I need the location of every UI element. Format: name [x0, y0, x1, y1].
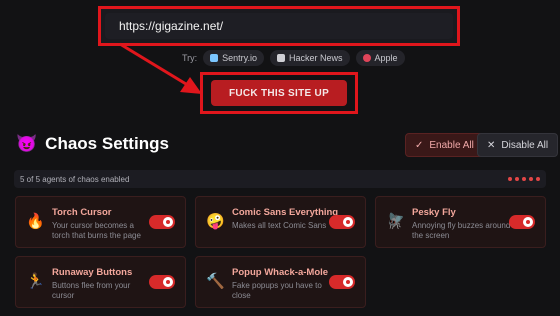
agent-card-comic-sans: 🤪 Comic Sans Everything Makes all text C… [195, 196, 366, 248]
agent-title: Pesky Fly [412, 207, 456, 218]
agent-description: Buttons flee from your cursor [52, 281, 131, 300]
hammer-icon: 🔨 [206, 273, 225, 290]
status-dot [515, 177, 519, 181]
page-title: Chaos Settings [45, 134, 169, 153]
chaos-submit-button[interactable]: FUCK THIS SITE UP [211, 80, 347, 106]
disable-all-button[interactable]: ✕ Disable All [477, 133, 559, 157]
devil-icon: 😈 [16, 134, 38, 153]
toggle-knob [163, 217, 173, 227]
enable-all-label: Enable All [429, 139, 474, 151]
toggle-knob [343, 217, 353, 227]
try-suggestions: Try: Sentry.io Hacker News Apple [182, 50, 405, 66]
zany-face-icon: 🤪 [206, 213, 225, 230]
toggle-knob [343, 277, 353, 287]
close-icon: ✕ [487, 139, 496, 151]
agent-toggle[interactable] [329, 215, 355, 229]
chip-sentry[interactable]: Sentry.io [203, 50, 265, 66]
agent-description: Annoying fly buzzes around the screen [412, 221, 511, 240]
sentry-icon [210, 54, 219, 62]
try-label: Try: [182, 53, 198, 63]
chip-label: Sentry.io [222, 53, 258, 63]
agent-card-pesky-fly: 🪰 Pesky Fly Annoying fly buzzes around t… [375, 196, 546, 248]
settings-header: 😈 Chaos Settings [16, 134, 169, 154]
fly-icon: 🪰 [386, 213, 405, 230]
status-dot [529, 177, 533, 181]
enable-all-button[interactable]: ✓ Enable All [405, 133, 484, 157]
hacker-news-icon [277, 54, 286, 62]
agent-toggle[interactable] [149, 275, 175, 289]
agent-title: Torch Cursor [52, 207, 112, 218]
agent-title: Popup Whack-a-Mole [232, 267, 329, 278]
agent-description: Fake popups you have to close [232, 281, 322, 300]
status-text: 5 of 5 agents of chaos enabled [20, 174, 130, 184]
agent-description: Your cursor becomes a torch that burns t… [52, 221, 141, 240]
status-dot [522, 177, 526, 181]
toggle-knob [523, 217, 533, 227]
agent-title: Runaway Buttons [52, 267, 133, 278]
status-dots [508, 177, 540, 181]
agent-toggle[interactable] [149, 215, 175, 229]
agent-card-torch-cursor: 🔥 Torch Cursor Your cursor becomes a tor… [15, 196, 186, 248]
chip-hacker-news[interactable]: Hacker News [270, 50, 350, 66]
check-icon: ✓ [415, 139, 424, 151]
status-dot [536, 177, 540, 181]
chaos-submit-label: FUCK THIS SITE UP [228, 87, 330, 99]
status-dot [508, 177, 512, 181]
chip-label: Apple [374, 53, 398, 63]
agent-description: Makes all text Comic Sans [232, 221, 327, 230]
apple-icon [362, 54, 371, 62]
cta-annotation-box: FUCK THIS SITE UP [200, 72, 358, 114]
chip-apple[interactable]: Apple [355, 50, 405, 66]
agent-card-popup-whack-a-mole: 🔨 Popup Whack-a-Mole Fake popups you hav… [195, 256, 366, 308]
agent-card-runaway-buttons: 🏃 Runaway Buttons Buttons flee from your… [15, 256, 186, 308]
chip-label: Hacker News [289, 53, 343, 63]
url-annotation-box: https://gigazine.net/ [98, 6, 460, 46]
fire-icon: 🔥 [26, 213, 45, 230]
url-input-value: https://gigazine.net/ [119, 19, 224, 33]
disable-all-label: Disable All [501, 139, 549, 151]
agent-toggle[interactable] [509, 215, 535, 229]
runner-icon: 🏃 [26, 273, 45, 290]
url-input[interactable]: https://gigazine.net/ [105, 13, 453, 39]
agent-toggle[interactable] [329, 275, 355, 289]
status-bar: 5 of 5 agents of chaos enabled [14, 170, 546, 188]
agent-title: Comic Sans Everything [232, 207, 339, 218]
toggle-knob [163, 277, 173, 287]
